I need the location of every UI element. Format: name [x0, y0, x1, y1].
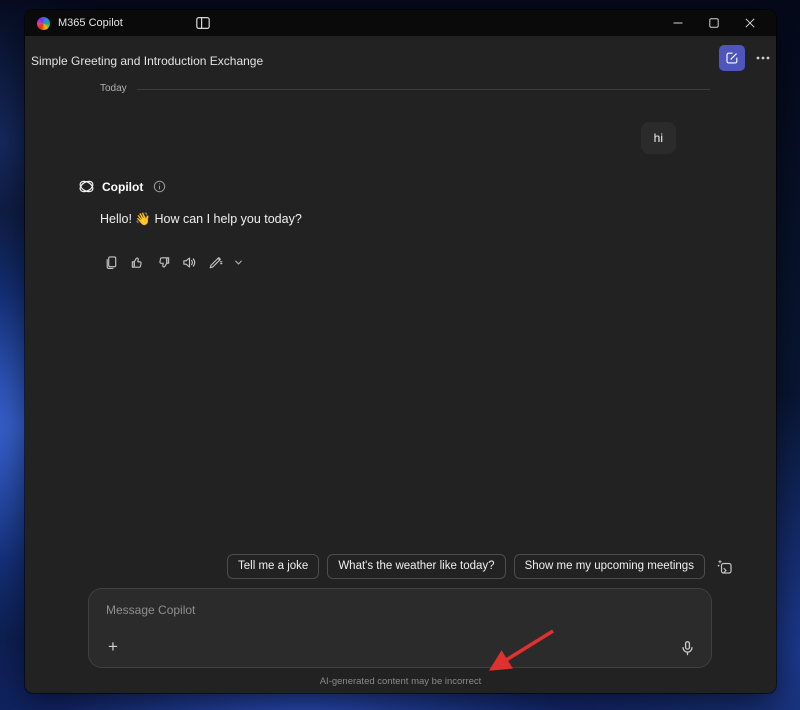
thumbs-down-icon[interactable]	[155, 254, 172, 271]
read-aloud-icon[interactable]	[181, 254, 198, 271]
suggestion-chip[interactable]: What's the weather like today?	[327, 554, 505, 579]
suggestion-chip[interactable]: Show me my upcoming meetings	[514, 554, 705, 579]
maximize-button[interactable]	[696, 10, 732, 36]
view-prompts-icon[interactable]	[715, 557, 735, 577]
app-title: M365 Copilot	[58, 17, 123, 29]
window-controls	[660, 10, 768, 36]
suggestion-chips: Tell me a joke What's the weather like t…	[227, 554, 735, 579]
new-chat-button[interactable]	[719, 45, 745, 71]
date-divider-label: Today	[100, 83, 127, 94]
assistant-message: Hello! 👋 How can I help you today?	[100, 212, 302, 227]
m365-copilot-window: M365 Copilot Simple Greeting and Introdu…	[25, 10, 776, 693]
desktop: { "titlebar": { "app_name": "M365 Copilo…	[0, 0, 800, 710]
minimize-button[interactable]	[660, 10, 696, 36]
conversation-title: Simple Greeting and Introduction Exchang…	[31, 54, 263, 68]
copilot-app-icon	[37, 17, 50, 30]
message-actions	[103, 254, 244, 271]
message-composer[interactable]: Message Copilot +	[88, 588, 712, 668]
rewrite-icon[interactable]	[207, 254, 224, 271]
assistant-name: Copilot	[102, 180, 143, 194]
date-divider-line	[137, 89, 710, 90]
close-button[interactable]	[732, 10, 768, 36]
composer-placeholder: Message Copilot	[106, 603, 195, 617]
more-options-icon[interactable]	[753, 48, 773, 68]
suggestion-chip[interactable]: Tell me a joke	[227, 554, 319, 579]
copy-icon[interactable]	[103, 254, 120, 271]
chevron-down-icon[interactable]	[233, 257, 244, 268]
thumbs-up-icon[interactable]	[129, 254, 146, 271]
panel-toggle-icon[interactable]	[195, 15, 211, 31]
plus-icon[interactable]: +	[104, 639, 122, 657]
titlebar: M365 Copilot	[25, 10, 776, 36]
user-message-bubble: hi	[641, 122, 676, 154]
info-icon[interactable]	[153, 180, 166, 193]
microphone-icon[interactable]	[679, 640, 696, 657]
copilot-logo-icon	[77, 177, 96, 196]
ai-disclaimer: AI-generated content may be incorrect	[25, 676, 776, 687]
